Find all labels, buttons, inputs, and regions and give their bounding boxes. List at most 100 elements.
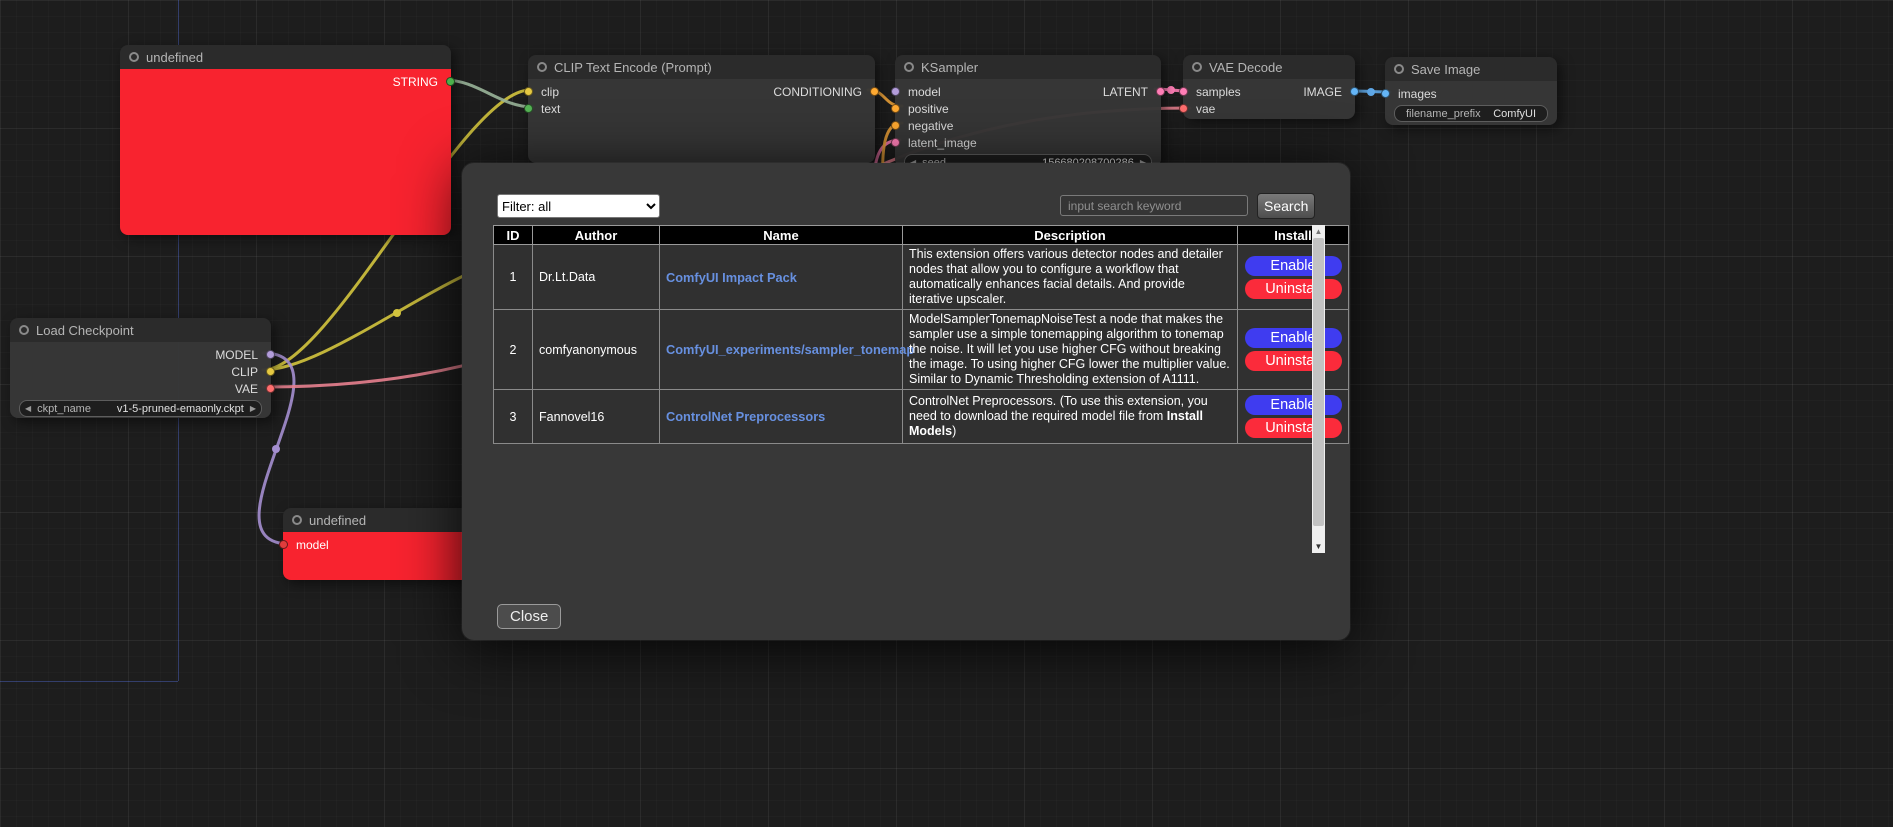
- node-title-bar: Load Checkpoint: [10, 318, 271, 342]
- column-header-id: ID: [494, 226, 533, 245]
- uninstall-button[interactable]: Uninstall: [1245, 418, 1342, 438]
- search-input[interactable]: [1060, 195, 1248, 216]
- scrollbar-up-arrow-icon[interactable]: ▲: [1312, 225, 1325, 238]
- collapse-dot-icon[interactable]: [904, 62, 914, 72]
- VAE-output-port[interactable]: [266, 384, 275, 393]
- table-row: 3Fannovel16ControlNet PreprocessorsContr…: [494, 390, 1349, 444]
- node-body: STRING: [120, 69, 451, 235]
- node-title-bar: CLIP Text Encode (Prompt): [528, 55, 875, 79]
- name-cell: ComfyUI Impact Pack: [660, 245, 903, 310]
- node-body: clipCONDITIONING text: [528, 79, 875, 163]
- port-row: text: [528, 100, 875, 117]
- collapse-dot-icon[interactable]: [292, 515, 302, 525]
- wire-midpoint-dot: [1367, 88, 1375, 96]
- node-undefined-top[interactable]: undefined STRING: [120, 45, 451, 235]
- node-save-image[interactable]: Save Imageimagesfilename_prefixComfyUI: [1385, 57, 1557, 125]
- uninstall-button[interactable]: Uninstall: [1245, 279, 1342, 299]
- port-label: samples: [1196, 85, 1241, 99]
- port-row: positive: [895, 100, 1161, 117]
- port-label: negative: [908, 119, 953, 133]
- IMAGE-output-port[interactable]: [1350, 87, 1359, 96]
- node-ksampler[interactable]: KSamplermodelLATENTpositivenegativelaten…: [895, 55, 1161, 167]
- install-cell: Enable Uninstall: [1238, 390, 1349, 444]
- filter-select[interactable]: Filter: all: [497, 194, 660, 218]
- node-load-checkpoint[interactable]: Load CheckpointMODELCLIPVAE◀ckpt_namev1-…: [10, 318, 271, 418]
- node-title-text: CLIP Text Encode (Prompt): [554, 60, 712, 75]
- ckpt_name-widget[interactable]: ◀ ckpt_name v1-5-pruned-emaonly.ckpt ▶: [19, 400, 262, 417]
- node-title-bar: undefined: [120, 45, 451, 69]
- extension-table: IDAuthorNameDescriptionInstall 1Dr.Lt.Da…: [493, 225, 1349, 444]
- enable-button[interactable]: Enable: [1245, 328, 1342, 348]
- collapse-dot-icon[interactable]: [129, 52, 139, 62]
- extension-link[interactable]: ComfyUI Impact Pack: [666, 270, 797, 285]
- collapse-dot-icon[interactable]: [537, 62, 547, 72]
- description-text: ModelSamplerTonemapNoiseTest a node that…: [909, 312, 1230, 386]
- enable-button[interactable]: Enable: [1245, 395, 1342, 415]
- port-row: modelLATENT: [895, 83, 1161, 100]
- widget-left-arrow-icon[interactable]: ◀: [25, 404, 31, 413]
- extension-link[interactable]: ComfyUI_experiments/sampler_tonemap: [666, 342, 914, 357]
- clip-input-port[interactable]: [524, 87, 533, 96]
- port-row: vae: [1183, 100, 1355, 117]
- images-input-port[interactable]: [1381, 89, 1390, 98]
- wire-midpoint-dot: [393, 309, 401, 317]
- node-graph-canvas[interactable]: undefined STRING CLIP Text Encode (Prompt)…: [0, 0, 1893, 827]
- extension-link[interactable]: ControlNet Preprocessors: [666, 409, 825, 424]
- widget-right-arrow-icon[interactable]: ▶: [250, 404, 256, 413]
- port-row: STRING: [120, 73, 451, 90]
- samples-input-port[interactable]: [1179, 87, 1188, 96]
- close-button[interactable]: Close: [497, 604, 561, 629]
- port-row: images: [1385, 85, 1557, 102]
- STRING-output-port[interactable]: [446, 77, 455, 86]
- scrollbar-down-arrow-icon[interactable]: ▼: [1312, 540, 1325, 553]
- collapse-dot-icon[interactable]: [1192, 62, 1202, 72]
- canvas-axis-horizontal: [0, 681, 178, 682]
- id-cell: 2: [494, 310, 533, 390]
- widget-label: ckpt_name: [37, 403, 91, 415]
- node-title-text: undefined: [146, 50, 203, 65]
- port-label: vae: [1196, 102, 1215, 116]
- name-cell: ControlNet Preprocessors: [660, 390, 903, 444]
- node-title-text: Load Checkpoint: [36, 323, 134, 338]
- port-label: clip: [541, 85, 559, 99]
- latent_image-input-port[interactable]: [891, 138, 900, 147]
- table-row: 2comfyanonymousComfyUI_experiments/sampl…: [494, 310, 1349, 390]
- MODEL-output-port[interactable]: [266, 350, 275, 359]
- LATENT-output-port[interactable]: [1156, 87, 1165, 96]
- port-label: CLIP: [231, 365, 258, 379]
- filename_prefix-widget[interactable]: filename_prefixComfyUI: [1394, 105, 1548, 122]
- port-label: IMAGE: [1303, 85, 1342, 99]
- author-cell: Fannovel16: [533, 390, 660, 444]
- port-label: positive: [908, 102, 949, 116]
- enable-button[interactable]: Enable: [1245, 256, 1342, 276]
- port-row: samples IMAGE: [1183, 83, 1355, 100]
- table-scrollbar[interactable]: ▲ ▼: [1312, 225, 1325, 553]
- model-input-port[interactable]: [279, 540, 288, 549]
- negative-input-port[interactable]: [891, 121, 900, 130]
- text-input-port[interactable]: [524, 104, 533, 113]
- node-undefined-bottom[interactable]: undefinedmodel: [283, 508, 469, 580]
- description-text: ): [952, 424, 956, 438]
- positive-input-port[interactable]: [891, 104, 900, 113]
- uninstall-button[interactable]: Uninstall: [1245, 351, 1342, 371]
- node-body: modelLATENTpositivenegativelatent_image◀…: [895, 79, 1161, 167]
- node-clip-text-encode[interactable]: CLIP Text Encode (Prompt) clipCONDITIONIN…: [528, 55, 875, 163]
- node-vae-decode[interactable]: VAE DecodesamplesIMAGEvae: [1183, 55, 1355, 119]
- port-row: clipCONDITIONING: [528, 83, 875, 100]
- install-cell: Enable Uninstall: [1238, 245, 1349, 310]
- CLIP-output-port[interactable]: [266, 367, 275, 376]
- port-row: negative: [895, 117, 1161, 134]
- scrollbar-thumb[interactable]: [1313, 238, 1324, 526]
- node-title-text: undefined: [309, 513, 366, 528]
- collapse-dot-icon[interactable]: [1394, 64, 1404, 74]
- collapse-dot-icon[interactable]: [19, 325, 29, 335]
- description-cell: ControlNet Preprocessors. (To use this e…: [903, 390, 1238, 444]
- port-label: LATENT: [1103, 85, 1148, 99]
- CONDITIONING-output-port[interactable]: [870, 87, 879, 96]
- widget-value: v1-5-pruned-emaonly.ckpt: [117, 403, 244, 415]
- model-input-port[interactable]: [891, 87, 900, 96]
- vae-input-port[interactable]: [1179, 104, 1188, 113]
- port-label: text: [541, 102, 560, 116]
- search-button[interactable]: Search: [1257, 193, 1315, 219]
- port-label: STRING: [393, 75, 438, 89]
